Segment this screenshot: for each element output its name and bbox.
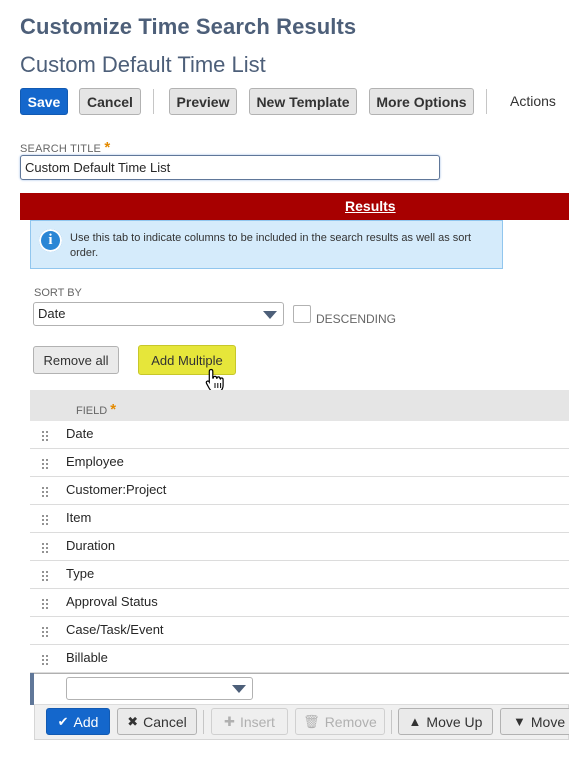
- field-cell: Approval Status: [66, 594, 158, 609]
- close-icon: ✖: [127, 713, 139, 729]
- sort-by-value: Date: [38, 306, 66, 321]
- move-down-label: Move: [530, 713, 566, 730]
- move-down-button[interactable]: ▼ Move: [500, 708, 569, 735]
- field-cell: Billable: [66, 650, 108, 665]
- search-title-label-text: SEARCH TITLE: [20, 143, 102, 155]
- field-cell: Customer:Project: [66, 482, 167, 497]
- tab-results-accesskey: R: [345, 198, 356, 214]
- table-row[interactable]: Billable: [30, 645, 569, 673]
- drag-handle-icon[interactable]: [41, 570, 49, 581]
- field-column-header-text: FIELD: [76, 405, 108, 417]
- toolbar-divider: [486, 89, 487, 114]
- arrow-down-icon: ▼: [513, 714, 526, 729]
- drag-handle-icon[interactable]: [41, 626, 49, 637]
- field-cell: Type: [66, 566, 95, 581]
- drag-handle-icon[interactable]: [41, 458, 49, 469]
- more-options-button[interactable]: More Options: [369, 88, 474, 115]
- field-select[interactable]: [66, 677, 253, 700]
- drag-handle-icon[interactable]: [41, 598, 49, 609]
- table-row[interactable]: Approval Status: [30, 589, 569, 617]
- field-column-header: FIELD *: [76, 401, 116, 418]
- cancel-row-label: Cancel: [143, 713, 187, 730]
- drag-handle-icon[interactable]: [41, 542, 49, 553]
- table-row[interactable]: Employee: [30, 449, 569, 477]
- preview-button[interactable]: Preview: [169, 88, 237, 115]
- insert-row-button[interactable]: ✚ Insert: [211, 708, 288, 735]
- drag-handle-icon[interactable]: [41, 514, 49, 525]
- drag-handle-icon[interactable]: [41, 654, 49, 665]
- actions-menu[interactable]: Actions: [510, 93, 556, 109]
- trash-icon: 🗑: [303, 713, 320, 729]
- table-row[interactable]: Date: [30, 421, 569, 449]
- save-button[interactable]: Save: [20, 88, 68, 115]
- sort-by-label: SORT BY: [34, 287, 82, 299]
- tab-results[interactable]: Results: [345, 198, 396, 214]
- insert-row-label: Insert: [239, 713, 275, 730]
- check-icon: ✔: [57, 713, 69, 729]
- drag-handle-icon[interactable]: [41, 430, 49, 441]
- remove-row-label: Remove: [324, 713, 377, 730]
- remove-all-button[interactable]: Remove all: [33, 346, 119, 374]
- chevron-down-icon[interactable]: [232, 685, 246, 693]
- button-divider: [391, 710, 392, 734]
- table-row[interactable]: Type: [30, 561, 569, 589]
- search-name-heading: Custom Default Time List: [20, 52, 266, 77]
- chevron-down-icon[interactable]: [263, 311, 277, 319]
- required-mark: *: [110, 401, 117, 418]
- tab-results-label: esults: [355, 198, 396, 214]
- search-title-label: SEARCH TITLE *: [20, 139, 110, 156]
- field-cell: Case/Task/Event: [66, 622, 164, 637]
- required-mark: *: [104, 139, 111, 156]
- drag-handle-icon[interactable]: [41, 486, 49, 497]
- table-row[interactable]: Duration: [30, 533, 569, 561]
- field-cell: Employee: [66, 454, 124, 469]
- descending-checkbox[interactable]: [293, 305, 311, 323]
- cancel-button[interactable]: Cancel: [79, 88, 141, 115]
- button-divider: [203, 710, 204, 734]
- plus-icon: ✚: [224, 713, 235, 729]
- remove-row-button[interactable]: 🗑 Remove: [295, 708, 385, 735]
- page-title: Customize Time Search Results: [20, 14, 357, 39]
- move-up-button[interactable]: ▲ Move Up: [398, 708, 493, 735]
- toolbar-divider: [153, 89, 154, 114]
- cancel-row-button[interactable]: ✖ Cancel: [117, 708, 197, 735]
- table-row[interactable]: Item: [30, 505, 569, 533]
- table-row[interactable]: Case/Task/Event: [30, 617, 569, 645]
- descending-label: DESCENDING: [316, 312, 397, 326]
- info-message-text: Use this tab to indicate columns to be i…: [70, 232, 472, 259]
- subtab-bar: [20, 193, 569, 220]
- field-cell: Date: [66, 426, 94, 441]
- new-template-button[interactable]: New Template: [249, 88, 357, 115]
- sort-by-select[interactable]: Date: [33, 302, 284, 326]
- add-row-button[interactable]: ✔ Add: [46, 708, 110, 735]
- info-icon: i: [39, 229, 62, 252]
- arrow-up-icon: ▲: [408, 714, 422, 729]
- search-title-input[interactable]: Custom Default Time List: [20, 155, 440, 180]
- move-up-label: Move Up: [426, 713, 483, 730]
- table-row[interactable]: Customer:Project: [30, 477, 569, 505]
- field-cell: Item: [66, 510, 92, 525]
- active-row-indicator: [30, 673, 34, 705]
- add-row-label: Add: [73, 713, 99, 730]
- field-cell: Duration: [66, 538, 116, 553]
